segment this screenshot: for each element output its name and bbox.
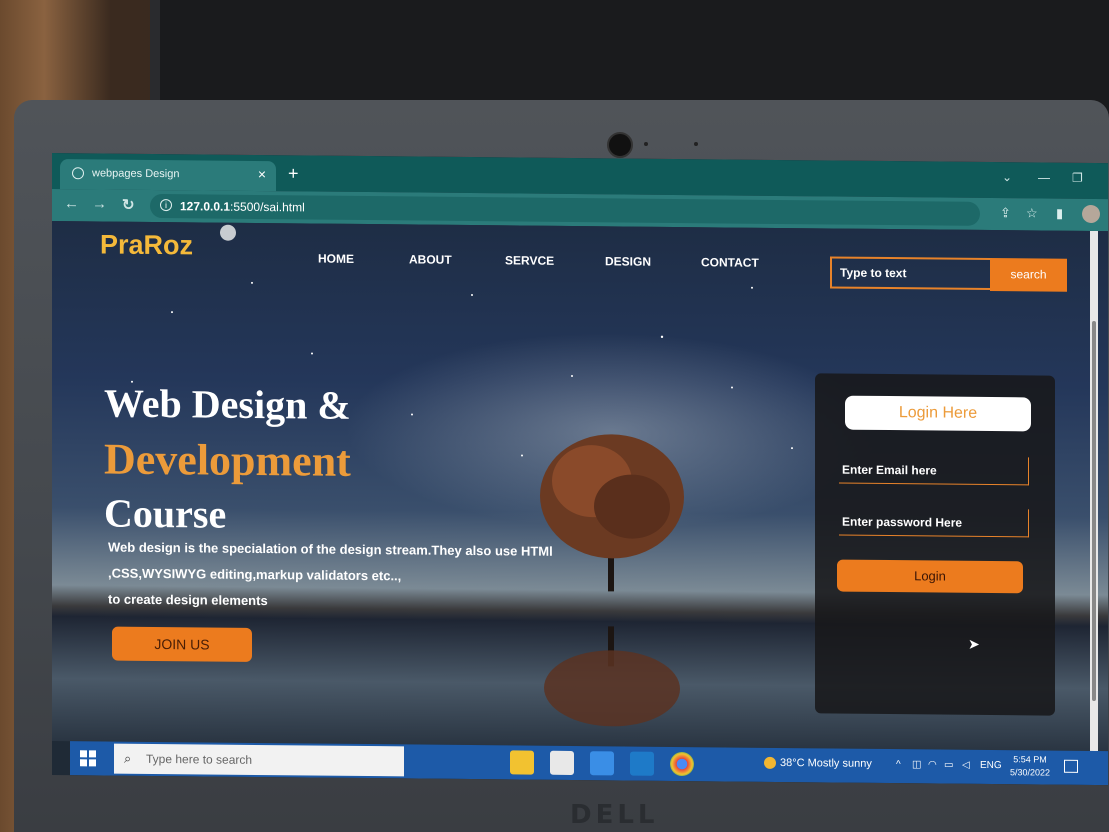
webcam-icon — [607, 132, 633, 158]
hero-heading-line3: Course — [104, 490, 227, 537]
mouse-cursor-icon: ➤ — [968, 635, 980, 652]
hero-description-line3: to create design elements — [108, 591, 268, 609]
hero-description-line2: ,CSS,WYSIWYG editing,markup validators e… — [108, 565, 402, 584]
nav-contact[interactable]: CONTACT — [701, 255, 759, 270]
email-field[interactable]: Enter Email here — [839, 455, 1029, 486]
windows-start-icon[interactable] — [80, 750, 96, 767]
weather-widget[interactable]: 38°C Mostly sunny — [764, 756, 872, 770]
language-indicator[interactable]: ENG — [980, 760, 1002, 771]
hero-heading-line2: Development — [104, 434, 351, 486]
search-input[interactable]: Type to text — [830, 256, 990, 291]
nav-home[interactable]: HOME — [318, 252, 354, 266]
password-field[interactable]: Enter password Here — [839, 507, 1029, 538]
address-bar[interactable]: i 127.0.0.1:5500/sai.html — [150, 193, 980, 226]
nav-about[interactable]: ABOUT — [409, 252, 452, 266]
tree-illustration — [540, 434, 684, 727]
globe-icon — [72, 167, 84, 180]
mail-icon[interactable] — [590, 751, 614, 776]
page-scrollbar[interactable] — [1090, 230, 1098, 752]
join-us-button[interactable]: JOIN US — [112, 626, 252, 662]
tab-close-icon[interactable]: × — [258, 166, 266, 182]
file-explorer-icon[interactable] — [510, 750, 534, 775]
login-title: Login Here — [845, 395, 1031, 432]
share-icon[interactable]: ⇪ — [1000, 205, 1011, 221]
sun-icon — [764, 756, 776, 770]
tab-title: webpages Design — [92, 167, 180, 181]
forward-icon[interactable]: → — [92, 195, 107, 212]
info-icon[interactable]: i — [160, 199, 172, 212]
scrollbar-thumb[interactable] — [1092, 320, 1096, 702]
minimize-button[interactable]: — — [1038, 170, 1050, 184]
taskbar-search-input[interactable]: ⌕ Type here to search — [114, 743, 404, 777]
nav-design[interactable]: DESIGN — [605, 254, 651, 268]
wifi-icon[interactable]: ◠ — [928, 759, 937, 770]
login-panel: Login Here Enter Email here Enter passwo… — [815, 373, 1055, 716]
hero-heading-line1: Web Design & — [104, 380, 351, 428]
side-panel-icon[interactable]: ▮ — [1056, 206, 1063, 222]
search-icon: ⌕ — [124, 750, 132, 766]
notification-icon[interactable] — [1064, 759, 1078, 773]
vscode-icon[interactable] — [630, 751, 654, 776]
reload-icon[interactable]: ↻ — [122, 196, 135, 214]
web-page: PraRoz HOME ABOUT SERVCE DESIGN CONTACT … — [52, 221, 1108, 752]
restore-button[interactable]: ❐ — [1072, 171, 1083, 185]
tray-overflow-icon[interactable]: ^ — [896, 759, 901, 770]
search-button[interactable]: search — [990, 258, 1067, 292]
sensor-dot — [644, 142, 648, 146]
laptop-screen: webpages Design × + ⌄ — ❐ ← → ↻ i 127.0.… — [52, 153, 1108, 786]
chrome-icon[interactable] — [670, 751, 694, 777]
bookmark-star-icon[interactable]: ☆ — [1026, 205, 1038, 221]
login-button[interactable]: Login — [837, 559, 1023, 594]
dell-logo: DELL — [570, 800, 659, 830]
sensor-dot — [694, 142, 698, 146]
profile-avatar[interactable] — [1082, 204, 1100, 224]
nav-service[interactable]: SERVCE — [505, 253, 554, 267]
tab-search-icon[interactable]: ⌄ — [1002, 170, 1012, 184]
site-logo[interactable]: PraRoz — [100, 229, 193, 261]
meet-now-icon[interactable]: ◫ — [912, 759, 921, 770]
url-text: 127.0.0.1:5500/sai.html — [180, 199, 305, 215]
back-icon[interactable]: ← — [64, 195, 79, 212]
taskbar-clock[interactable]: 5:54 PM 5/30/2022 — [1010, 753, 1050, 779]
new-tab-button[interactable]: + — [288, 163, 299, 184]
volume-icon[interactable]: ◁ — [962, 760, 970, 771]
battery-icon[interactable]: ▭ — [944, 760, 953, 771]
browser-tab[interactable]: webpages Design × — [60, 159, 276, 192]
store-icon[interactable] — [550, 750, 574, 776]
